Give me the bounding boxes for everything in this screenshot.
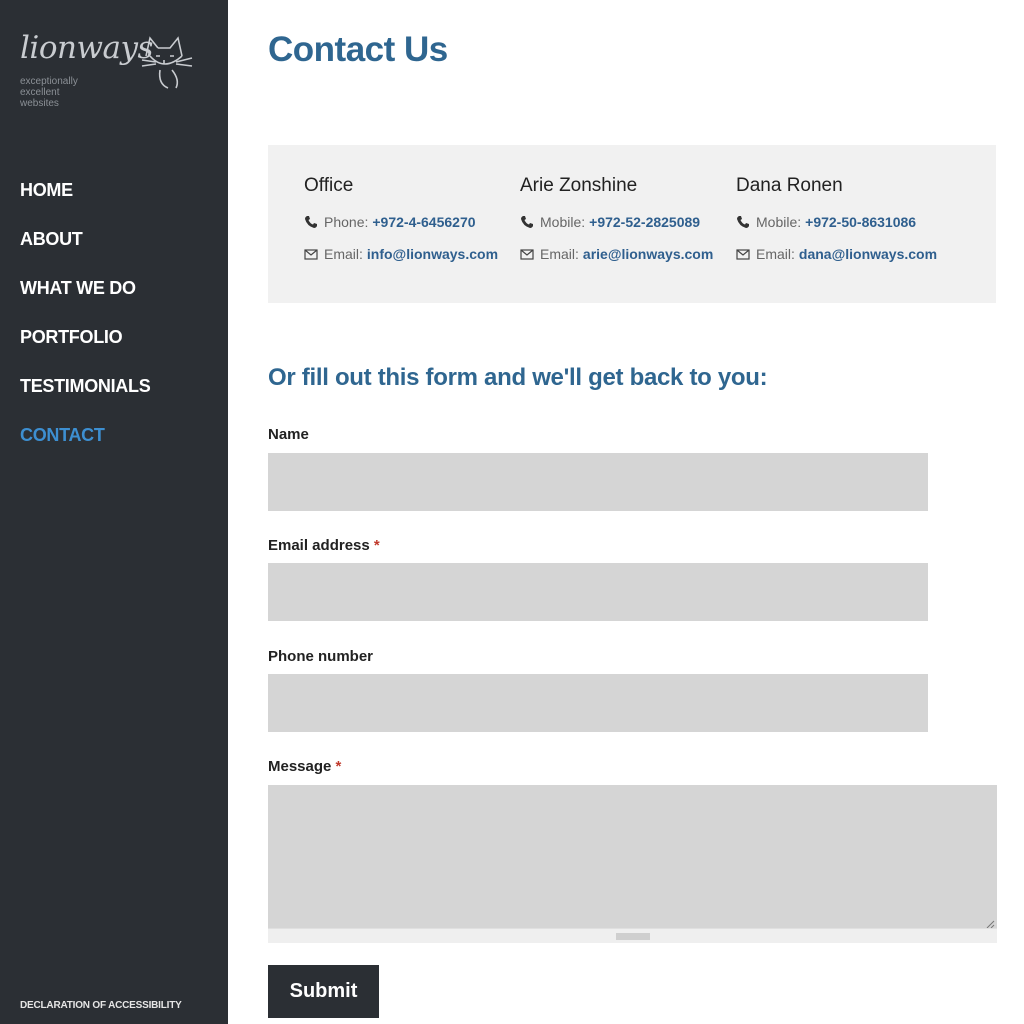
submit-button[interactable]: Submit [268, 965, 379, 1018]
contact-email-line: Email: info@lionways.com [304, 243, 514, 265]
phone-label: Phone number [268, 648, 373, 665]
tagline-line: exceptionally [20, 76, 78, 87]
phone-label-text: Phone number [268, 648, 374, 665]
contact-email-line: Email: dana@lionways.com [736, 243, 946, 265]
phone-icon [521, 216, 533, 228]
phone-link[interactable]: +972-50-8631086 [805, 214, 916, 230]
phone-label: Phone: [324, 214, 369, 230]
name-label-text: Name [268, 426, 309, 443]
nav-item-testimonials[interactable]: TESTIMONIALS [20, 374, 151, 423]
envelope-icon [520, 249, 534, 260]
message-label-text: Message [268, 758, 332, 775]
message-wrapper [268, 785, 997, 943]
required-mark: * [373, 537, 380, 554]
email-label-text: Email address [268, 537, 370, 554]
contact-phone-line: Mobile: +972-50-8631086 [736, 211, 946, 233]
phone-icon [737, 216, 749, 228]
nav-item-portfolio[interactable]: PORTFOLIO [20, 325, 150, 374]
phone-label: Mobile: [540, 214, 586, 230]
scrollbar-thumb[interactable] [616, 933, 650, 940]
email-link[interactable]: arie@lionways.com [583, 246, 713, 262]
contact-card-office: Office Phone: +972-4-6456270 Email: info… [304, 175, 514, 265]
cat-logo-icon [141, 36, 193, 89]
name-label: Name [268, 426, 309, 443]
envelope-icon [736, 249, 750, 260]
phone-input[interactable] [268, 674, 928, 732]
email-input[interactable] [268, 563, 928, 621]
sidebar: lionways exceptionally excellent website… [0, 0, 228, 1024]
contact-name: Office [304, 175, 354, 196]
email-link[interactable]: dana@lionways.com [799, 246, 937, 262]
nav-item-contact[interactable]: CONTACT [20, 423, 150, 472]
form-heading: Or fill out this form and we'll get back… [268, 364, 768, 391]
logo[interactable]: lionways exceptionally excellent website… [20, 26, 200, 126]
tagline-line: websites [20, 98, 59, 109]
nav-item-home[interactable]: HOME [20, 178, 150, 227]
email-label: Email: [540, 246, 579, 262]
email-label: Email: [324, 246, 363, 262]
tagline-line: excellent [20, 87, 60, 98]
phone-link[interactable]: +972-4-6456270 [372, 214, 475, 230]
accessibility-declaration-link[interactable]: DECLARATION OF ACCESSIBILITY [20, 1000, 182, 1011]
contact-name: Dana Ronen [736, 175, 843, 196]
email-label: Email: [756, 246, 795, 262]
email-link[interactable]: info@lionways.com [367, 246, 498, 262]
message-textarea[interactable] [268, 785, 997, 943]
textarea-scrollbar[interactable] [268, 928, 997, 943]
nav-item-about[interactable]: ABOUT [20, 227, 150, 276]
email-label: Email address * [268, 537, 380, 554]
phone-icon [305, 216, 317, 228]
logo-tagline: exceptionally excellent websites [20, 76, 110, 109]
required-mark: * [335, 758, 342, 775]
contact-card-arie: Arie Zonshine Mobile: +972-52-2825089 Em… [520, 175, 730, 265]
contact-name: Arie Zonshine [520, 175, 638, 196]
logo-wordmark: lionways [20, 30, 153, 66]
contact-phone-line: Mobile: +972-52-2825089 [520, 211, 730, 233]
name-input[interactable] [268, 453, 928, 511]
nav-item-what-we-do[interactable]: WHAT WE DO [20, 276, 150, 325]
phone-link[interactable]: +972-52-2825089 [589, 214, 700, 230]
page-title: Contact Us [268, 30, 448, 69]
envelope-icon [304, 249, 318, 260]
contact-email-line: Email: arie@lionways.com [520, 243, 730, 265]
message-label: Message * [268, 758, 341, 775]
phone-label: Mobile: [756, 214, 802, 230]
contact-phone-line: Phone: +972-4-6456270 [304, 211, 514, 233]
contact-info-box: Office Phone: +972-4-6456270 Email: info… [268, 145, 996, 303]
main-nav: HOME ABOUT WHAT WE DO PORTFOLIO TESTIMON… [20, 178, 151, 472]
contact-card-dana: Dana Ronen Mobile: +972-50-8631086 Email… [736, 175, 946, 265]
